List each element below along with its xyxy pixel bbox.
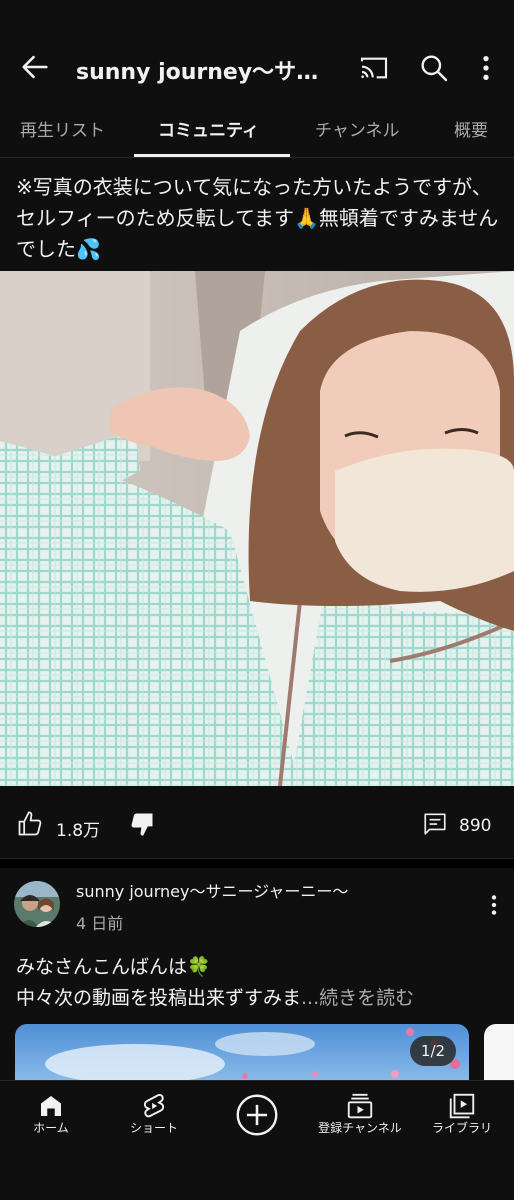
post-author[interactable]: sunny journey〜サニージャーニー〜 [76, 878, 348, 902]
read-more-link[interactable]: ...続きを読む [301, 987, 414, 1009]
post-image-next[interactable] [484, 1024, 514, 1084]
nav-create[interactable] [207, 1081, 307, 1161]
nav-label: ホーム [33, 1121, 69, 1135]
cast-icon[interactable] [358, 52, 390, 84]
post-text-preview: 中々次の動画を投稿出来ずすみま [16, 987, 302, 1009]
post-photo[interactable] [0, 271, 514, 786]
tab-community[interactable]: コミュニティ [158, 116, 259, 141]
tab-playlists[interactable]: 再生リスト [20, 116, 105, 141]
post-text-line: 中々次の動画を投稿出来ずすみま...続きを読む [16, 983, 506, 1014]
image-counter-badge: 1/2 [410, 1036, 456, 1066]
app-bar: sunny journey〜サニ… [0, 0, 514, 100]
tab-about[interactable]: 概要 [454, 116, 488, 141]
like-count: 1.8万 [56, 821, 101, 841]
comment-icon[interactable] [422, 810, 448, 838]
nav-shorts[interactable]: ショート [104, 1081, 204, 1161]
nav-subscriptions[interactable]: 登録チャンネル [310, 1081, 410, 1161]
post-text: みなさんこんばんは🍀 中々次の動画を投稿出来ずすみま...続きを読む [16, 952, 506, 1014]
post-timestamp: 4 日前 [76, 914, 124, 933]
library-icon [449, 1093, 475, 1119]
post-text-line: みなさんこんばんは🍀 [16, 956, 211, 978]
tab-channels[interactable]: チャンネル [315, 116, 400, 141]
back-arrow-icon[interactable] [18, 50, 52, 84]
channel-title: sunny journey〜サニ… [76, 60, 338, 85]
home-icon [41, 1096, 61, 1116]
post-text: ※写真の衣装について気になった方いたようですが、セルフィーのため反転してます🙏無… [16, 175, 499, 261]
post-actions: 1.8万 890 [0, 800, 514, 852]
avatar[interactable] [14, 881, 60, 927]
create-icon [236, 1094, 278, 1136]
channel-tabs: 再生リスト コミュニティ チャンネル 概要 [0, 100, 514, 158]
thumbs-down-icon[interactable] [128, 810, 156, 838]
post-divider [0, 858, 514, 868]
search-icon[interactable] [418, 52, 450, 84]
nav-label: ライブラリ [431, 1121, 492, 1135]
comment-count: 890 [459, 816, 492, 836]
more-vert-icon[interactable] [484, 892, 504, 918]
subscriptions-icon [347, 1093, 373, 1119]
bottom-navigation: ホーム ショート 登録チャンネル ライブラリ [0, 1080, 514, 1200]
more-vert-icon[interactable] [476, 52, 496, 84]
active-tab-indicator [134, 154, 290, 157]
nav-label: ショート [129, 1121, 178, 1135]
nav-label: 登録チャンネル [318, 1121, 402, 1135]
post-image[interactable] [15, 1024, 469, 1084]
nav-home[interactable]: ホーム [1, 1081, 101, 1161]
nav-library[interactable]: ライブラリ [412, 1081, 512, 1161]
thumbs-up-icon[interactable] [16, 810, 44, 838]
shorts-icon [143, 1093, 165, 1118]
